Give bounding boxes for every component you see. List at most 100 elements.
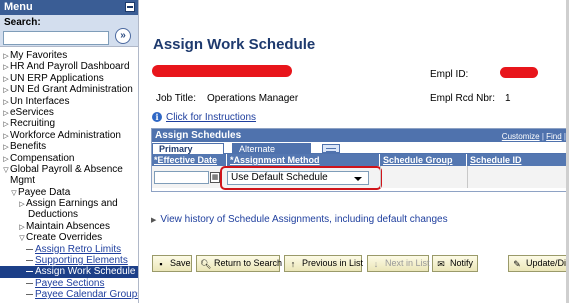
menu-item-label: Assign Retro Limits <box>35 243 122 255</box>
menu-item-label: Deductions <box>28 209 79 221</box>
save-button[interactable]: ▪ Save <box>152 255 192 272</box>
menu-link-supporting-elements[interactable]: Supporting Elements <box>0 255 138 266</box>
calendar-icon[interactable]: ▦ <box>210 172 220 183</box>
menu-item-create-overrides[interactable]: ▽Create Overrides <box>0 232 138 243</box>
menu-item-recruiting[interactable]: ▷Recruiting <box>0 118 138 129</box>
notify-icon: ✉ <box>437 259 445 269</box>
expand-triangle-icon: ▶ <box>151 217 157 224</box>
column-divider <box>380 166 381 188</box>
menu-item-label: Compensation <box>10 152 75 164</box>
menu-item-assign-earnings-and[interactable]: ▷Assign Earnings and <box>0 198 138 209</box>
menu-item-eservices[interactable]: ▷eServices <box>0 107 138 118</box>
menu-item-global-payroll-absence[interactable]: ▽Global Payroll & Absence <box>0 164 138 175</box>
menu-item-payee-data[interactable]: ▽Payee Data <box>0 187 138 198</box>
search-icon: 🔍︎ <box>200 259 212 269</box>
assignment-method-value: Use Default Schedule <box>231 172 328 183</box>
menu-item-label: Mgmt <box>10 175 35 187</box>
menu-header: Menu <box>0 0 138 15</box>
menu-item-un-erp-applications[interactable]: ▷UN ERP Applications <box>0 73 138 84</box>
search-input[interactable] <box>3 31 109 45</box>
tab-alternate-details[interactable]: Alternate Details <box>232 143 311 165</box>
history-link[interactable]: ▶ View history of Schedule Assignments, i… <box>151 214 448 225</box>
menu-item-label: Recruiting <box>10 118 56 130</box>
menu-item-label: Assign Work Schedule <box>35 266 136 278</box>
menu-item-deductions: Deductions <box>0 209 138 220</box>
column-effective-date[interactable]: *Effective Date <box>152 154 227 166</box>
effective-date-input[interactable] <box>154 171 209 184</box>
empl-id-label: Empl ID: <box>430 69 469 80</box>
return-to-search-button[interactable]: 🔍︎ Return to Search <box>196 255 283 272</box>
menu-item-label: Workforce Administration <box>10 129 121 141</box>
update-icon: ✎ <box>513 259 521 269</box>
menu-item-hr-and-payroll-dashboard[interactable]: ▷HR And Payroll Dashboard <box>0 61 138 72</box>
menu-item-un-ed-grant-administration[interactable]: ▷UN Ed Grant Administration <box>0 84 138 95</box>
menu-item-workforce-administration[interactable]: ▷Workforce Administration <box>0 130 138 141</box>
column-schedule-id[interactable]: Schedule ID <box>468 154 569 166</box>
return-label: Return to Search <box>214 258 283 268</box>
employee-name-redaction <box>152 65 292 77</box>
menu-item-mgmt: Mgmt <box>0 175 138 186</box>
column-divider <box>467 166 468 188</box>
menu-item-label: Supporting Elements <box>35 255 128 267</box>
grid-header-row: *Effective Date *Assignment Method Sched… <box>152 154 568 166</box>
instructions-link[interactable]: Click for Instructions <box>166 112 256 123</box>
menu-item-un-interfaces[interactable]: ▷Un Interfaces <box>0 96 138 107</box>
info-icon: i <box>152 112 162 122</box>
menu-item-benefits[interactable]: ▷Benefits <box>0 141 138 152</box>
next-in-list-button[interactable]: ↓ Next in List <box>367 255 430 272</box>
menu-search-area: Search: » <box>0 15 138 47</box>
notify-button[interactable]: ✉ Notify <box>432 255 478 272</box>
assign-schedules-grid: Assign Schedules Customize | Find | Prim… <box>151 128 569 192</box>
grid-title-bar: Assign Schedules Customize | Find | <box>152 129 568 142</box>
next-label: Next in List <box>385 258 430 268</box>
previous-label: Previous in List <box>302 258 364 268</box>
grid-title: Assign Schedules <box>155 130 242 141</box>
tree-connector <box>26 294 33 296</box>
menu-item-label: Payee Data <box>18 186 71 198</box>
table-row: ▦ Use Default Schedule <box>152 166 568 190</box>
grid-tools: Customize | Find | <box>502 132 566 141</box>
save-icon: ▪ <box>159 259 163 269</box>
assignment-method-select[interactable]: Use Default Schedule <box>227 171 369 185</box>
empl-rcd-label: Empl Rcd Nbr: <box>430 93 496 104</box>
collapse-icon[interactable] <box>125 2 135 12</box>
job-title-label: Job Title: <box>156 93 197 104</box>
history-link-label: View history of Schedule Assignments, in… <box>160 214 448 225</box>
show-all-columns-icon[interactable] <box>322 144 340 153</box>
menu-link-payee-sections[interactable]: Payee Sections <box>0 278 138 289</box>
column-schedule-group[interactable]: Schedule Group <box>381 154 467 166</box>
column-assignment-method[interactable]: *Assignment Method <box>228 154 380 166</box>
menu-item-label: My Favorites <box>10 50 68 61</box>
update-label: Update/Disp <box>526 258 569 268</box>
find-link[interactable]: Find <box>546 132 562 141</box>
menu-item-my-favorites[interactable]: ▷My Favorites <box>0 50 138 61</box>
up-arrow-icon: ↑ <box>290 259 296 269</box>
menu-item-compensation[interactable]: ▷Compensation <box>0 153 138 164</box>
menu-item-label: Benefits <box>10 141 47 153</box>
tree-connector <box>26 259 33 261</box>
menu-item-label: UN Ed Grant Administration <box>10 84 133 96</box>
page-title: Assign Work Schedule <box>153 36 316 53</box>
grid-tabs: Primary Details Alternate Details <box>152 142 568 165</box>
menu-item-maintain-absences[interactable]: ▷Maintain Absences <box>0 221 138 232</box>
menu-item-label: HR And Payroll Dashboard <box>10 61 130 73</box>
customize-link[interactable]: Customize <box>502 132 540 141</box>
menu-item-label: UN ERP Applications <box>10 72 104 84</box>
menu-link-payee-calendar-groups[interactable]: Payee Calendar Groups <box>0 289 138 300</box>
menu-item-label: Maintain Absences <box>26 220 110 232</box>
save-label: Save <box>170 258 191 268</box>
search-label: Search: <box>4 17 41 28</box>
previous-in-list-button[interactable]: ↑ Previous in List <box>284 255 364 272</box>
tab-primary-details[interactable]: Primary Details <box>152 143 224 165</box>
tree-connector <box>26 271 33 273</box>
menu-item-label: Global Payroll & Absence <box>10 163 123 175</box>
menu-title: Menu <box>4 1 33 13</box>
menu-item-label: Payee Sections <box>35 277 105 289</box>
empl-id-redaction <box>500 67 538 78</box>
main-content: Assign Work Schedule Empl ID: Job Title:… <box>140 0 569 303</box>
menu-link-assign-retro-limits[interactable]: Assign Retro Limits <box>0 244 138 255</box>
menu-link-assign-work-schedule[interactable]: Assign Work Schedule <box>0 266 138 278</box>
left-menu: Menu Search: » ▷My Favorites ▷HR And Payr… <box>0 0 139 303</box>
update-display-button[interactable]: ✎ Update/Disp <box>508 255 569 272</box>
search-go-icon[interactable]: » <box>115 28 131 44</box>
